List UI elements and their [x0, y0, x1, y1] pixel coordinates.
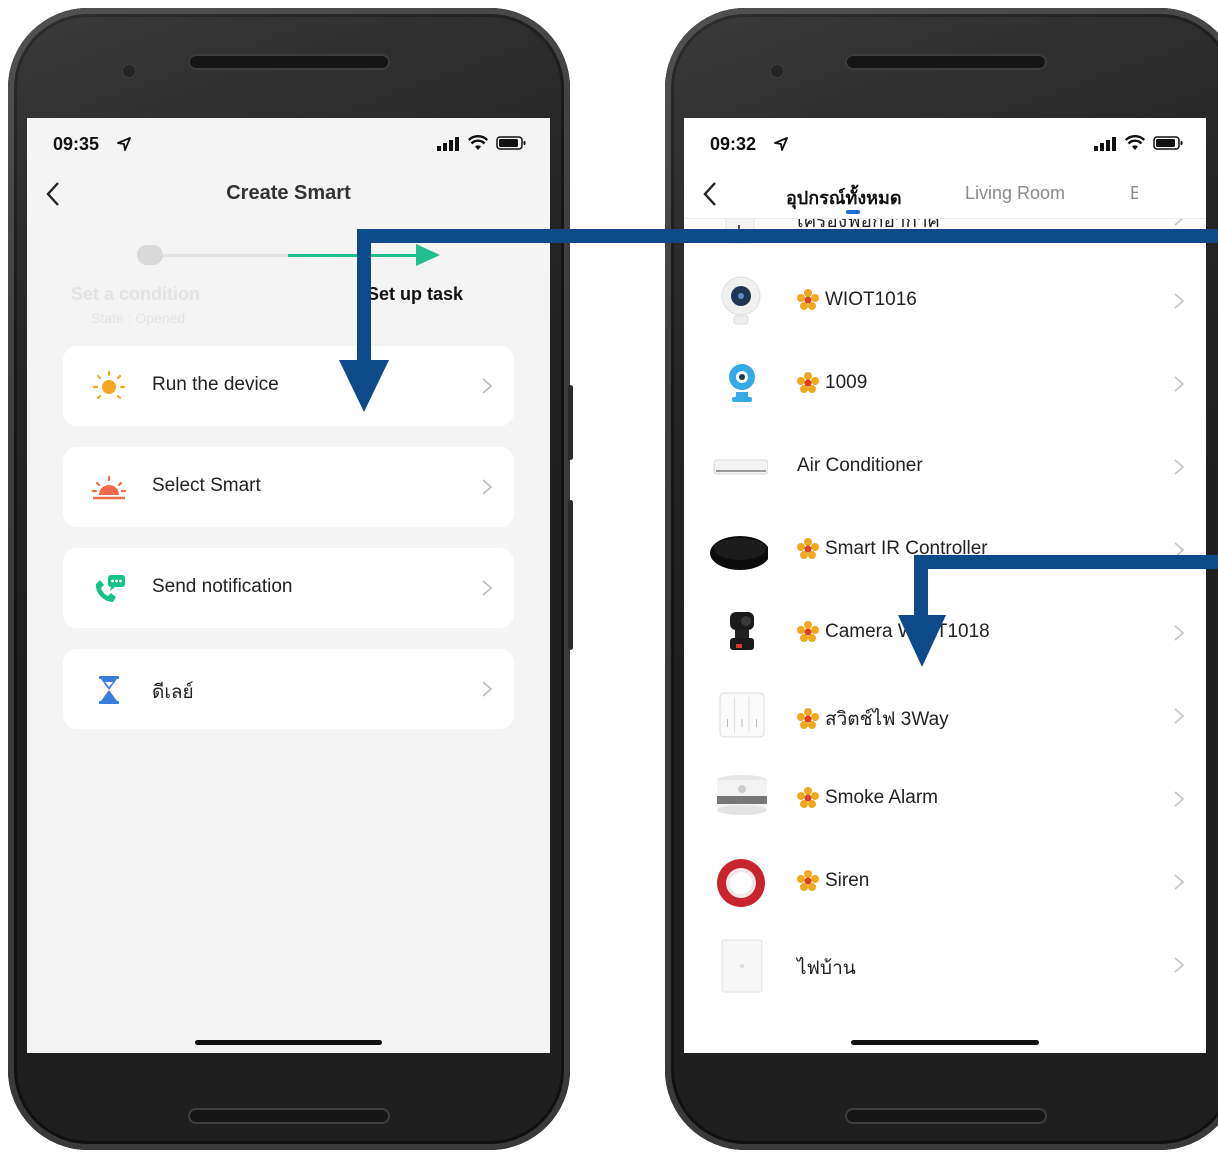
chevron-right-icon [482, 681, 492, 697]
annotation-arrow-line [357, 229, 371, 366]
chevron-right-icon [1174, 219, 1184, 226]
annotation-arrowhead-icon [339, 360, 389, 412]
status-bar: 09:35 [27, 118, 550, 168]
status-bar: 09:32 [684, 118, 1206, 168]
air-conditioner-icon [713, 459, 768, 475]
status-time: 09:35 [53, 134, 100, 154]
list-item[interactable]: Siren [684, 841, 1206, 924]
chevron-right-icon [1174, 293, 1184, 309]
shared-device-icon [797, 621, 819, 642]
shared-device-icon [797, 538, 819, 559]
light-switch-icon [721, 939, 763, 993]
device-name: WIOT1016 [825, 289, 917, 310]
device-name: 1009 [825, 372, 868, 393]
chevron-right-icon [1174, 791, 1184, 807]
bottom-speaker [188, 1108, 390, 1124]
option-delay[interactable]: ดีเลย์ [63, 649, 514, 729]
mini-camera-icon [729, 364, 755, 402]
left-phone-side-button-2 [568, 500, 573, 650]
option-send-notification[interactable]: Send notification [63, 548, 514, 628]
home-indicator[interactable] [195, 1040, 382, 1045]
camera-icon [721, 276, 761, 325]
step-1-sublabel: State : Opened [91, 310, 186, 326]
shared-device-icon [797, 289, 819, 310]
wifi-icon [468, 135, 488, 150]
device-name: สวิตช์ไฟ 3Way [825, 709, 949, 730]
device-name: Smoke Alarm [825, 787, 938, 808]
sun-icon [92, 370, 126, 400]
ptz-camera-icon [730, 612, 754, 650]
battery-icon [496, 136, 526, 150]
sunrise-icon [91, 475, 127, 500]
chevron-right-icon [1174, 957, 1184, 973]
smoke-alarm-icon [717, 775, 767, 815]
option-label: ดีเลย์ [152, 682, 194, 703]
status-time: 09:32 [710, 134, 757, 154]
stepper-dot-1 [137, 245, 163, 265]
shared-device-icon [797, 787, 819, 808]
bottom-speaker [845, 1108, 1047, 1124]
chevron-right-icon [1174, 376, 1184, 392]
back-chevron-icon[interactable] [702, 181, 718, 207]
list-item[interactable]: WIOT1016 [684, 260, 1206, 343]
list-item[interactable]: Smart IR Controller [684, 509, 1206, 592]
signal-icon [437, 137, 459, 151]
home-indicator[interactable] [851, 1040, 1039, 1045]
chevron-right-icon [1174, 708, 1184, 724]
siren-icon [717, 859, 765, 907]
ir-controller-icon [710, 536, 768, 570]
annotation-arrow-line [914, 555, 928, 619]
chevron-right-icon [482, 580, 492, 596]
shared-device-icon [797, 870, 819, 891]
annotation-arrow-line [357, 229, 1218, 243]
shared-device-icon [797, 372, 819, 393]
chevron-right-icon [482, 378, 492, 394]
tab-living-room[interactable]: Living Room [965, 183, 1065, 204]
list-item[interactable]: สวิตช์ไฟ 3Way [684, 675, 1206, 758]
battery-icon [1153, 136, 1183, 150]
device-name: Air Conditioner [797, 455, 923, 476]
tab-more[interactable]: E [1130, 183, 1138, 204]
phone-message-icon [95, 575, 125, 602]
right-screen: 09:32 อุปกรณ์ทั้งหมด Living Room E เครื่… [684, 118, 1206, 1053]
annotation-arrowhead-icon [898, 615, 946, 667]
hourglass-icon [99, 676, 119, 704]
location-arrow-icon [117, 137, 131, 151]
chevron-right-icon [482, 479, 492, 495]
location-arrow-icon [774, 137, 788, 151]
option-run-device[interactable]: Run the device [63, 346, 514, 426]
page-title: Create Smart [226, 182, 351, 204]
wifi-icon [1125, 135, 1145, 150]
tab-all-devices[interactable]: อุปกรณ์ทั้งหมด [786, 183, 902, 212]
list-item[interactable]: Smoke Alarm [684, 758, 1206, 841]
earpiece-speaker [845, 54, 1047, 70]
device-name: Siren [825, 870, 870, 891]
option-label: Send notification [152, 576, 293, 597]
front-camera-icon [121, 63, 137, 79]
left-screen: 09:35 Create Smart Set a condition State… [27, 118, 550, 1053]
option-select-smart[interactable]: Select Smart [63, 447, 514, 527]
list-item[interactable]: ไฟบ้าน [684, 924, 1206, 1007]
chevron-right-icon [1174, 874, 1184, 890]
earpiece-speaker [188, 54, 390, 70]
annotation-arrow-line [914, 555, 1218, 569]
tab-active-indicator [846, 210, 860, 214]
step-2-label: Set up task [367, 284, 464, 304]
list-item[interactable]: Air Conditioner [684, 426, 1206, 509]
list-item[interactable]: 1009 [684, 343, 1206, 426]
left-phone-side-button [568, 385, 573, 460]
device-name: ไฟบ้าน [797, 958, 856, 979]
chevron-right-icon [1174, 459, 1184, 475]
stepper-arrow-icon [416, 244, 440, 266]
option-label: Select Smart [152, 475, 261, 496]
shared-device-icon [797, 708, 819, 729]
option-label: Run the device [152, 374, 279, 395]
front-camera-icon [769, 63, 785, 79]
step-1-label: Set a condition [71, 284, 201, 304]
wall-switch-icon [719, 692, 765, 738]
signal-icon [1094, 137, 1116, 151]
chevron-right-icon [1174, 625, 1184, 641]
